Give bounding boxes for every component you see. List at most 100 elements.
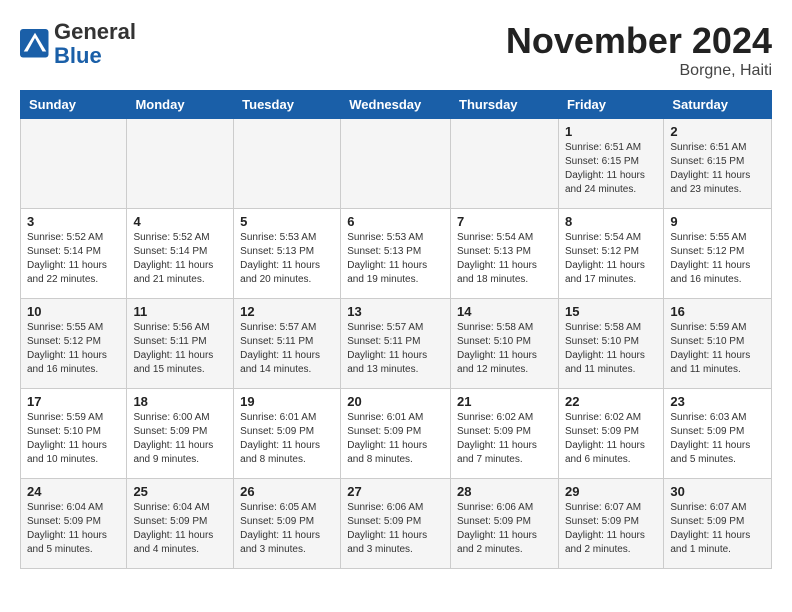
day-info: Sunrise: 6:06 AM Sunset: 5:09 PM Dayligh… [347,501,444,557]
calendar-cell: 5 Sunrise: 5:53 AM Sunset: 5:13 PM Daylig… [234,209,341,299]
calendar-cell [341,119,451,209]
day-number: 18 [133,394,227,409]
day-number: 25 [133,484,227,499]
day-info: Sunrise: 6:03 AM Sunset: 5:09 PM Dayligh… [670,411,765,467]
weekday-header-tuesday: Tuesday [234,91,341,119]
calendar-cell: 10 Sunrise: 5:55 AM Sunset: 5:12 PM Dayli… [21,299,127,389]
calendar-cell: 21 Sunrise: 6:02 AM Sunset: 5:09 PM Dayli… [451,389,559,479]
calendar-cell: 16 Sunrise: 5:59 AM Sunset: 5:10 PM Dayli… [664,299,772,389]
day-info: Sunrise: 6:02 AM Sunset: 5:09 PM Dayligh… [565,411,657,467]
calendar-table: SundayMondayTuesdayWednesdayThursdayFrid… [20,90,772,569]
day-number: 11 [133,304,227,319]
logo-icon [20,29,50,59]
day-info: Sunrise: 6:04 AM Sunset: 5:09 PM Dayligh… [133,501,227,557]
day-info: Sunrise: 5:52 AM Sunset: 5:14 PM Dayligh… [27,231,120,287]
calendar-cell: 15 Sunrise: 5:58 AM Sunset: 5:10 PM Dayli… [558,299,663,389]
day-number: 19 [240,394,334,409]
calendar-cell: 25 Sunrise: 6:04 AM Sunset: 5:09 PM Dayli… [127,479,234,569]
calendar-cell: 27 Sunrise: 6:06 AM Sunset: 5:09 PM Dayli… [341,479,451,569]
day-info: Sunrise: 5:59 AM Sunset: 5:10 PM Dayligh… [27,411,120,467]
calendar-cell: 19 Sunrise: 6:01 AM Sunset: 5:09 PM Dayli… [234,389,341,479]
day-number: 12 [240,304,334,319]
weekday-header-wednesday: Wednesday [341,91,451,119]
day-number: 5 [240,214,334,229]
day-info: Sunrise: 5:53 AM Sunset: 5:13 PM Dayligh… [240,231,334,287]
day-number: 16 [670,304,765,319]
calendar-week-row: 10 Sunrise: 5:55 AM Sunset: 5:12 PM Dayli… [21,299,772,389]
calendar-cell: 6Sunrise: 5:53 AM Sunset: 5:13 PM Daylig… [341,209,451,299]
day-info: Sunrise: 5:58 AM Sunset: 5:10 PM Dayligh… [457,321,552,377]
day-number: 15 [565,304,657,319]
logo-blue: Blue [54,43,102,68]
day-info: Sunrise: 6:02 AM Sunset: 5:09 PM Dayligh… [457,411,552,467]
weekday-header-sunday: Sunday [21,91,127,119]
calendar-cell: 20 Sunrise: 6:01 AM Sunset: 5:09 PM Dayli… [341,389,451,479]
day-number: 1 [565,124,657,139]
calendar-cell: 1Sunrise: 6:51 AM Sunset: 6:15 PM Daylig… [558,119,663,209]
day-number: 29 [565,484,657,499]
calendar-cell: 12 Sunrise: 5:57 AM Sunset: 5:11 PM Dayli… [234,299,341,389]
calendar-cell: 4Sunrise: 5:52 AM Sunset: 5:14 PM Daylig… [127,209,234,299]
calendar-week-row: 1 Sunrise: 6:51 AM Sunset: 6:15 PM Daylig… [21,119,772,209]
day-info: Sunrise: 6:06 AM Sunset: 5:09 PM Dayligh… [457,501,552,557]
day-number: 13 [347,304,444,319]
day-number: 23 [670,394,765,409]
day-info: Sunrise: 6:07 AM Sunset: 5:09 PM Dayligh… [670,501,765,557]
calendar-cell: 26Sunrise: 6:05 AM Sunset: 5:09 PM Dayli… [234,479,341,569]
calendar-cell: 30 Sunrise: 6:07 AM Sunset: 5:09 PM Dayli… [664,479,772,569]
calendar-week-row: 24Sunrise: 6:04 AM Sunset: 5:09 PM Dayli… [21,479,772,569]
calendar-cell: 23 Sunrise: 6:03 AM Sunset: 5:09 PM Dayli… [664,389,772,479]
day-info: Sunrise: 6:01 AM Sunset: 5:09 PM Dayligh… [240,411,334,467]
day-number: 7 [457,214,552,229]
calendar-cell: 7 Sunrise: 5:54 AM Sunset: 5:13 PM Daylig… [451,209,559,299]
logo: General Blue [20,20,136,68]
calendar-week-row: 17 Sunrise: 5:59 AM Sunset: 5:10 PM Dayli… [21,389,772,479]
day-info: Sunrise: 6:05 AM Sunset: 5:09 PM Dayligh… [240,501,334,557]
weekday-header-monday: Monday [127,91,234,119]
calendar-cell: 17 Sunrise: 5:59 AM Sunset: 5:10 PM Dayli… [21,389,127,479]
day-number: 30 [670,484,765,499]
calendar-cell: 13Sunrise: 5:57 AM Sunset: 5:11 PM Dayli… [341,299,451,389]
calendar-cell [451,119,559,209]
day-number: 28 [457,484,552,499]
day-number: 17 [27,394,120,409]
logo-general: General [54,19,136,44]
day-info: Sunrise: 5:52 AM Sunset: 5:14 PM Dayligh… [133,231,227,287]
day-number: 27 [347,484,444,499]
weekday-header-saturday: Saturday [664,91,772,119]
day-info: Sunrise: 5:59 AM Sunset: 5:10 PM Dayligh… [670,321,765,377]
calendar-cell: 14 Sunrise: 5:58 AM Sunset: 5:10 PM Dayli… [451,299,559,389]
day-info: Sunrise: 5:58 AM Sunset: 5:10 PM Dayligh… [565,321,657,377]
calendar-cell: 8Sunrise: 5:54 AM Sunset: 5:12 PM Daylig… [558,209,663,299]
day-info: Sunrise: 5:54 AM Sunset: 5:13 PM Dayligh… [457,231,552,287]
day-info: Sunrise: 6:07 AM Sunset: 5:09 PM Dayligh… [565,501,657,557]
title-area: November 2024 Borgne, Haiti [506,20,772,80]
weekday-header-row: SundayMondayTuesdayWednesdayThursdayFrid… [21,91,772,119]
day-number: 3 [27,214,120,229]
day-info: Sunrise: 6:04 AM Sunset: 5:09 PM Dayligh… [27,501,120,557]
day-number: 22 [565,394,657,409]
day-info: Sunrise: 5:55 AM Sunset: 5:12 PM Dayligh… [670,231,765,287]
day-info: Sunrise: 5:56 AM Sunset: 5:11 PM Dayligh… [133,321,227,377]
day-info: Sunrise: 5:57 AM Sunset: 5:11 PM Dayligh… [240,321,334,377]
calendar-cell: 3 Sunrise: 5:52 AM Sunset: 5:14 PM Daylig… [21,209,127,299]
weekday-header-thursday: Thursday [451,91,559,119]
day-number: 9 [670,214,765,229]
day-number: 6 [347,214,444,229]
calendar-cell [127,119,234,209]
day-number: 14 [457,304,552,319]
location: Borgne, Haiti [506,62,772,80]
calendar-cell: 22 Sunrise: 6:02 AM Sunset: 5:09 PM Dayli… [558,389,663,479]
month-title: November 2024 [506,20,772,62]
day-info: Sunrise: 5:55 AM Sunset: 5:12 PM Dayligh… [27,321,120,377]
day-info: Sunrise: 6:51 AM Sunset: 6:15 PM Dayligh… [670,141,765,197]
day-number: 20 [347,394,444,409]
day-number: 10 [27,304,120,319]
day-info: Sunrise: 6:01 AM Sunset: 5:09 PM Dayligh… [347,411,444,467]
calendar-cell: 2Sunrise: 6:51 AM Sunset: 6:15 PM Daylig… [664,119,772,209]
day-info: Sunrise: 6:00 AM Sunset: 5:09 PM Dayligh… [133,411,227,467]
logo-text: General Blue [54,20,136,68]
day-info: Sunrise: 5:54 AM Sunset: 5:12 PM Dayligh… [565,231,657,287]
calendar-cell: 28 Sunrise: 6:06 AM Sunset: 5:09 PM Dayli… [451,479,559,569]
day-number: 21 [457,394,552,409]
